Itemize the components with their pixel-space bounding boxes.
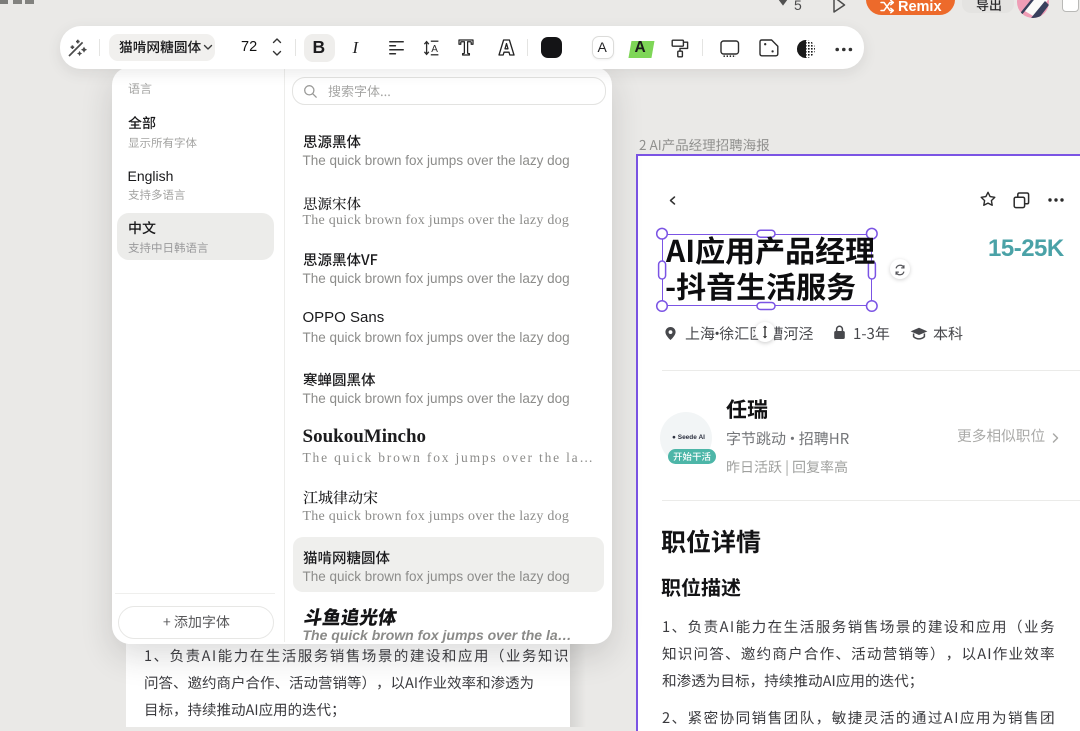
svg-text:A: A (431, 43, 438, 54)
